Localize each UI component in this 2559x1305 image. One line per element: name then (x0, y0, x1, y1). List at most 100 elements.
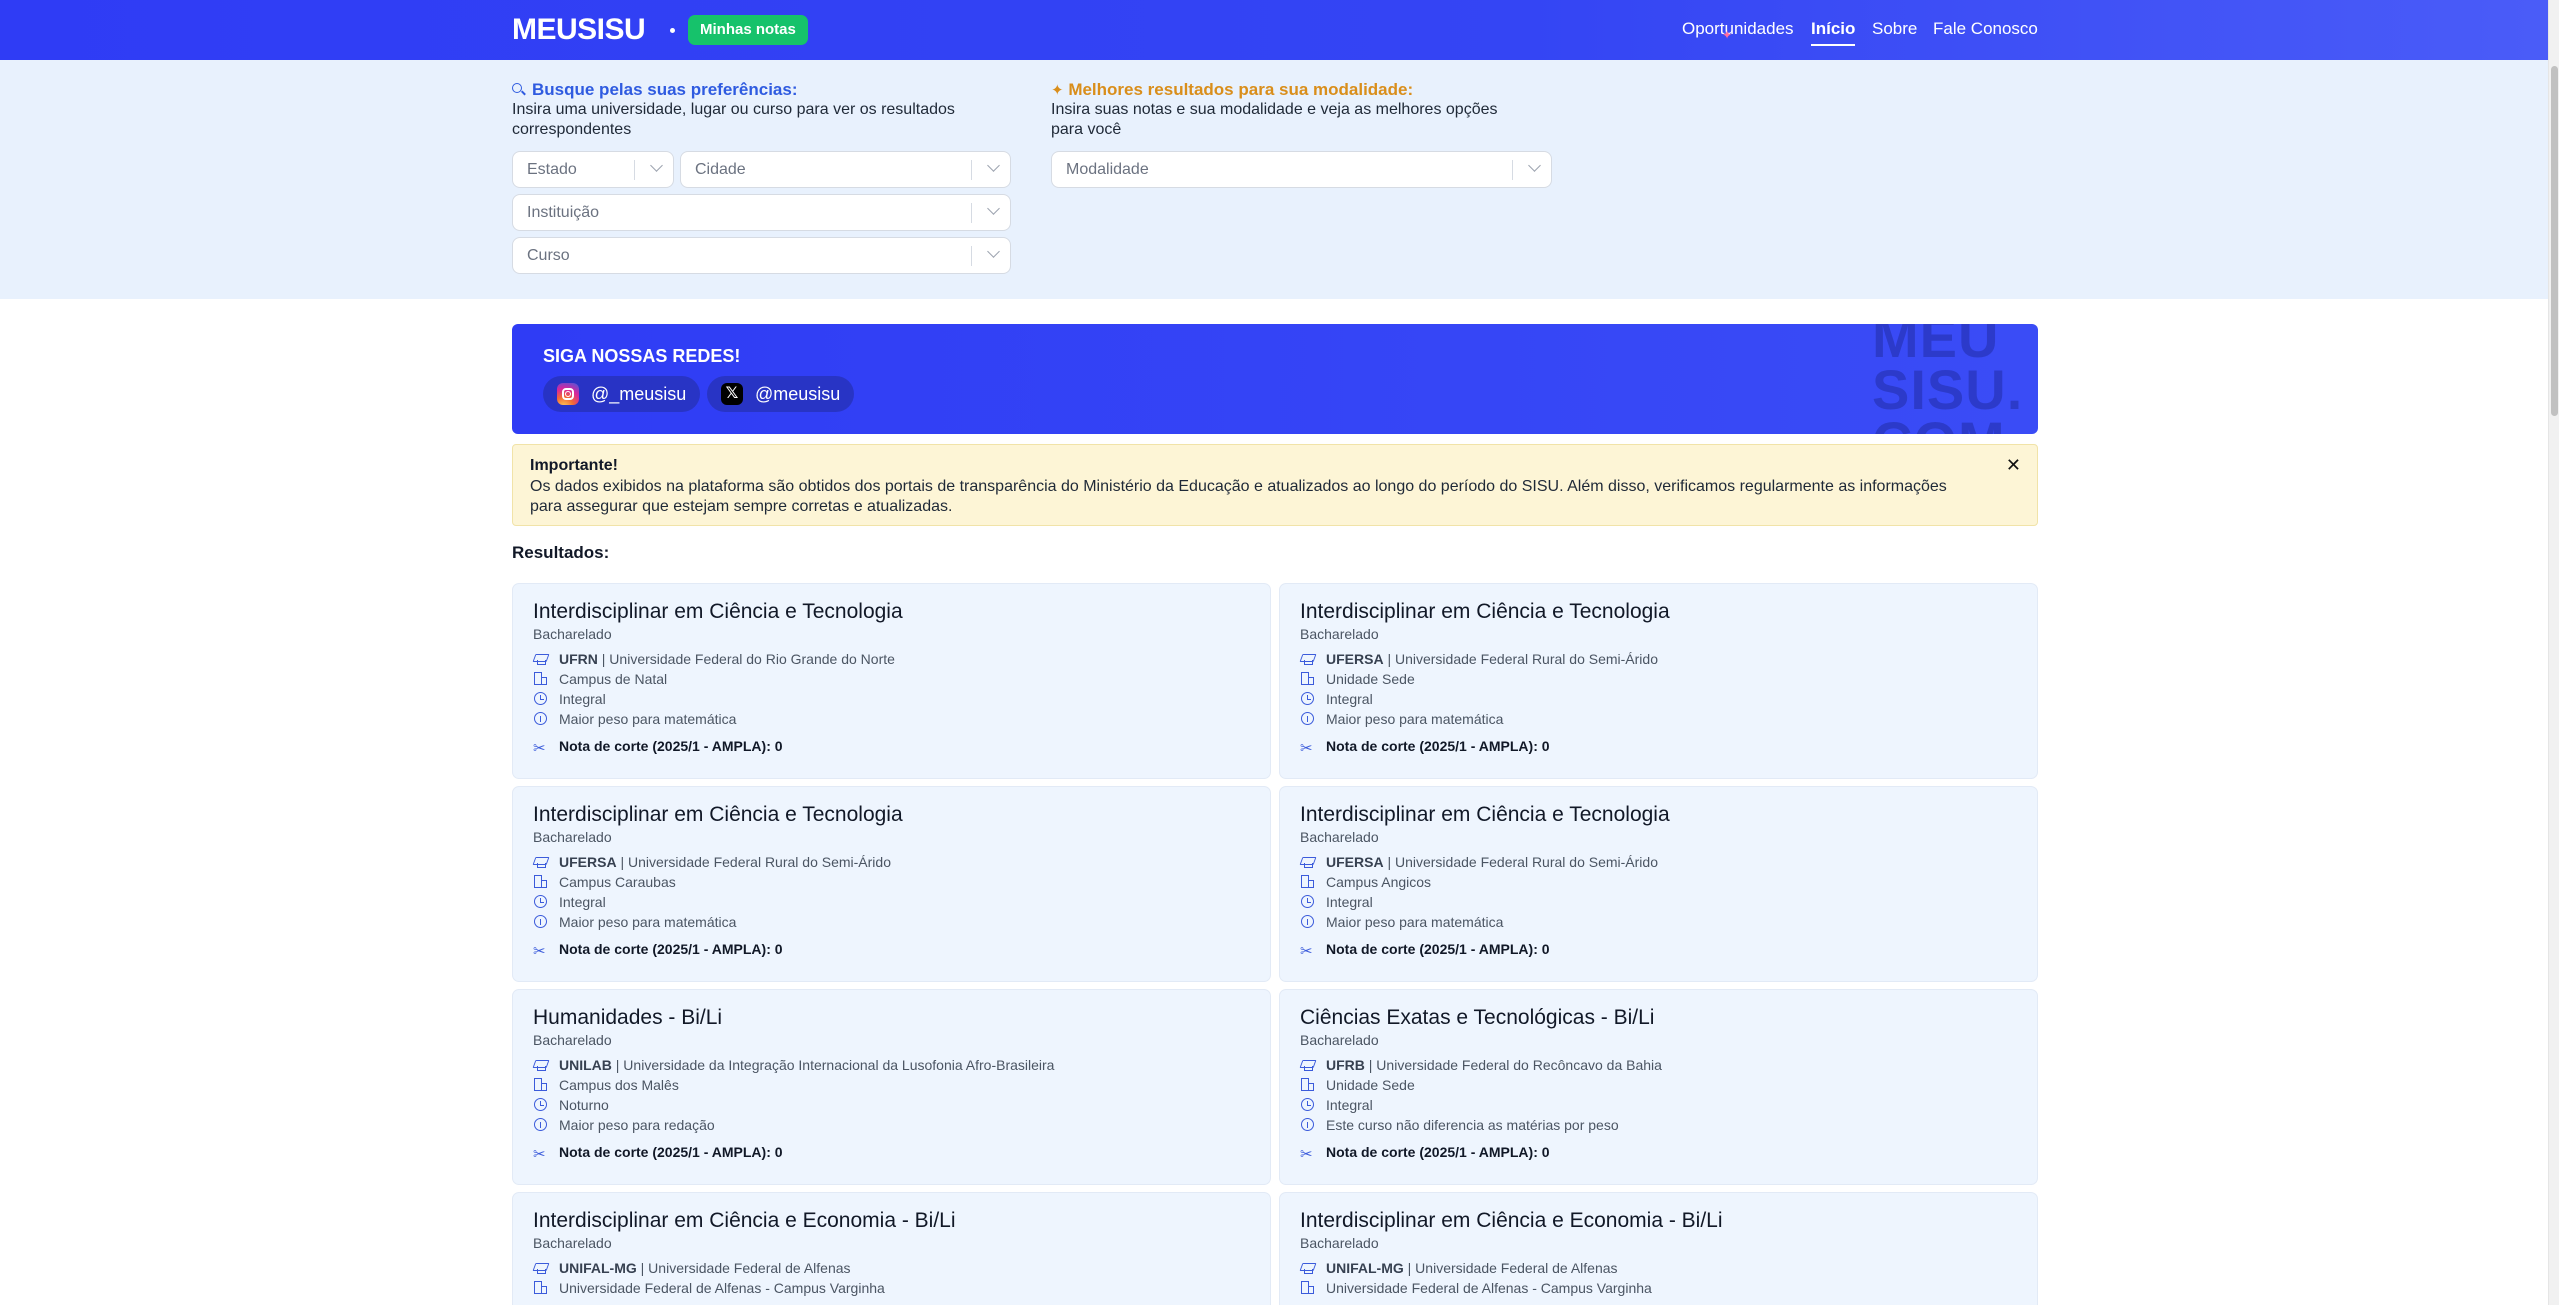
select-separator (971, 160, 972, 180)
chevron-down-icon[interactable] (987, 202, 1000, 215)
university-name: | Universidade Federal Rural do Semi-Ári… (1387, 651, 1658, 667)
campus-name: Universidade Federal de Alfenas - Campus… (1326, 1280, 1652, 1296)
clock-icon (1300, 1098, 1316, 1112)
cutoff-row: ✂ Nota de corte (2025/1 - AMPLA): 0 (1300, 940, 1550, 959)
select-separator (971, 246, 972, 266)
campus-row: Unidade Sede (1300, 1076, 1415, 1094)
instagram-link[interactable]: @_meusisu (543, 376, 701, 412)
vertical-scrollbar[interactable] (2548, 0, 2559, 1305)
scrollbar-thumb[interactable] (2551, 66, 2558, 416)
course-card[interactable]: Interdisciplinar em Ciência e Economia -… (1279, 1192, 2038, 1305)
weight-value: Maior peso para matemática (1326, 711, 1504, 727)
shift-row: Integral (533, 690, 606, 708)
university-acronym: UFRN (559, 651, 598, 667)
cutoff-row: ✂ Nota de corte (2025/1 - AMPLA): 0 (533, 940, 783, 959)
chevron-down-icon[interactable] (987, 159, 1000, 172)
university-name: | Universidade da Integração Internacion… (615, 1057, 1055, 1073)
chevron-down-icon[interactable] (987, 245, 1000, 258)
university-row: UNILAB | Universidade da Integração Inte… (533, 1056, 1054, 1074)
weight-row: Maior peso para matemática (1300, 710, 1503, 728)
best-results-title-text: Melhores resultados para sua modalidade: (1068, 80, 1414, 99)
best-results-title: ✦ Melhores resultados para sua modalidad… (1051, 80, 1413, 100)
state-select[interactable]: Estado (512, 151, 674, 188)
info-icon (1300, 1118, 1316, 1132)
nav-contact[interactable]: Fale Conosco (1933, 19, 2038, 39)
clock-icon (1300, 692, 1316, 706)
university-row: UFRB | Universidade Federal do Recôncavo… (1300, 1056, 1662, 1074)
course-title: Humanidades - Bi/Li (533, 1006, 723, 1029)
nav-home[interactable]: Início (1811, 19, 1856, 46)
clock-icon (533, 895, 549, 909)
course-select[interactable]: Curso (512, 237, 1011, 274)
banner-watermark: MEU SISU. COM (1872, 324, 2023, 434)
graduation-cap-icon (1300, 1261, 1316, 1275)
cutoff-value: Nota de corte (2025/1 - AMPLA): 0 (1326, 941, 1550, 957)
x-handle: @meusisu (755, 384, 841, 404)
search-icon (512, 82, 528, 96)
clock-icon (533, 692, 549, 706)
course-title: Interdisciplinar em Ciência e Tecnologia (533, 600, 903, 623)
modality-placeholder: Modalidade (1066, 161, 1149, 178)
nav-about[interactable]: Sobre (1872, 19, 1917, 39)
info-icon (1300, 712, 1316, 726)
building-icon (1300, 1281, 1316, 1295)
cutoff-row: ✂ Nota de corte (2025/1 - AMPLA): 0 (533, 1143, 783, 1162)
course-title: Ciências Exatas e Tecnológicas - Bi/Li (1300, 1006, 1655, 1029)
important-notice: Importante! Os dados exibidos na platafo… (512, 444, 2038, 526)
course-degree: Bacharelado (1300, 829, 1379, 845)
weight-value: Maior peso para matemática (1326, 914, 1504, 930)
graduation-cap-icon (533, 855, 549, 869)
university-row: UFRN | Universidade Federal do Rio Grand… (533, 650, 895, 668)
course-degree: Bacharelado (1300, 626, 1379, 642)
institution-select[interactable]: Instituição (512, 194, 1011, 231)
cutoff-value: Nota de corte (2025/1 - AMPLA): 0 (559, 738, 783, 754)
university-acronym: UNILAB (559, 1057, 612, 1073)
cutoff-row: ✂ Nota de corte (2025/1 - AMPLA): 0 (533, 737, 783, 756)
university-name: | Universidade Federal do Rio Grande do … (601, 651, 895, 667)
preferences-title: Busque pelas suas preferências: (512, 80, 798, 100)
preferences-title-text: Busque pelas suas preferências: (532, 80, 798, 99)
course-card[interactable]: Interdisciplinar em Ciência e Tecnologia… (512, 786, 1271, 982)
shift-value: Integral (559, 691, 606, 707)
campus-name: Campus Caraubas (559, 874, 676, 890)
campus-row: Unidade Sede (1300, 670, 1415, 688)
site-logo[interactable]: MEUSISU (512, 13, 646, 47)
modality-select[interactable]: Modalidade (1051, 151, 1552, 188)
my-notes-button[interactable]: Minhas notas (688, 15, 808, 45)
info-icon (533, 1118, 549, 1132)
university-row: UFERSA | Universidade Federal Rural do S… (1300, 853, 1658, 871)
chevron-down-icon[interactable] (1528, 159, 1541, 172)
course-card[interactable]: Interdisciplinar em Ciência e Tecnologia… (1279, 583, 2038, 779)
course-card[interactable]: Interdisciplinar em Ciência e Tecnologia… (1279, 786, 2038, 982)
graduation-cap-icon (1300, 1058, 1316, 1072)
shift-value: Integral (1326, 894, 1373, 910)
x-link[interactable]: 𝕏 @meusisu (707, 376, 855, 412)
results-label: Resultados: (512, 543, 610, 562)
close-icon[interactable]: ✕ (2006, 455, 2021, 476)
nav-opportunities[interactable]: Oportunidades (1682, 19, 1794, 39)
course-card[interactable]: Interdisciplinar em Ciência e Tecnologia… (512, 583, 1271, 779)
info-icon (533, 915, 549, 929)
logo-dot (670, 28, 675, 33)
city-select[interactable]: Cidade (680, 151, 1011, 188)
shift-row: Integral (1300, 1096, 1373, 1114)
graduation-cap-icon (1300, 652, 1316, 666)
shift-row: Integral (533, 893, 606, 911)
city-placeholder: Cidade (695, 161, 746, 178)
course-card[interactable]: Humanidades - Bi/Li Bacharelado UNILAB |… (512, 989, 1271, 1185)
university-row: UFERSA | Universidade Federal Rural do S… (1300, 650, 1658, 668)
university-row: UFERSA | Universidade Federal Rural do S… (533, 853, 891, 871)
preferences-description: Insira uma universidade, lugar ou curso … (512, 101, 955, 138)
weight-row: Este curso não diferencia as matérias po… (1300, 1116, 1619, 1134)
course-card[interactable]: Interdisciplinar em Ciência e Economia -… (512, 1192, 1271, 1305)
info-icon (1300, 915, 1316, 929)
graduation-cap-icon (533, 1261, 549, 1275)
course-card[interactable]: Ciências Exatas e Tecnológicas - Bi/Li B… (1279, 989, 2038, 1185)
chevron-down-icon[interactable] (650, 159, 663, 172)
best-results-description: Insira suas notas e sua modalidade e vej… (1051, 101, 1498, 138)
university-acronym: UFERSA (559, 854, 617, 870)
building-icon (533, 1078, 549, 1092)
course-degree: Bacharelado (1300, 1235, 1379, 1251)
course-degree: Bacharelado (533, 1235, 612, 1251)
select-separator (1512, 160, 1513, 180)
